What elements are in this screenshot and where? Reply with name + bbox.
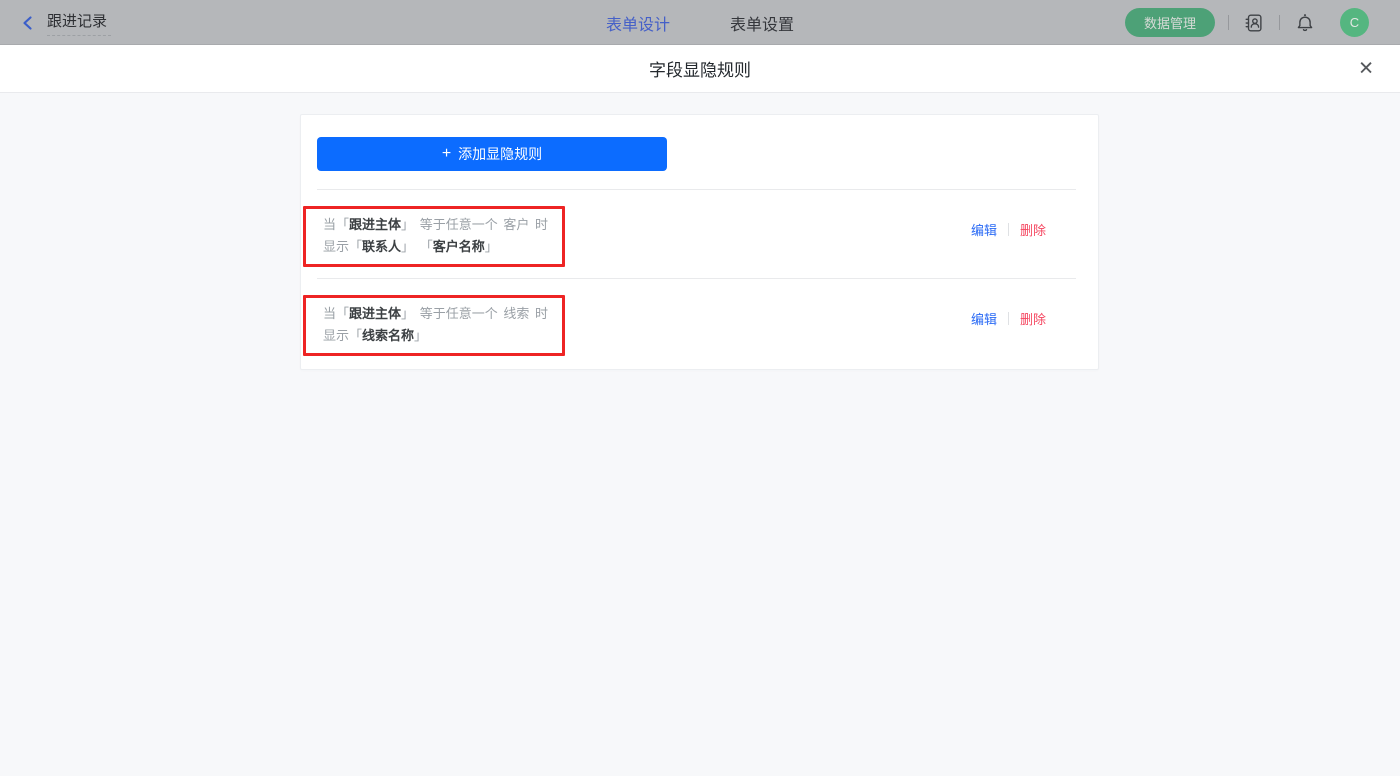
modal-header: 字段显隐规则 ✕ [0, 45, 1400, 93]
delete-rule-link[interactable]: 删除 [1020, 220, 1046, 239]
rule-when-label: 当 [323, 217, 337, 232]
bracket: 「 [419, 239, 433, 254]
close-icon[interactable]: ✕ [1356, 57, 1376, 80]
rule-show-field: 线索名称 [362, 328, 415, 343]
bracket: 」 [414, 328, 428, 343]
bracket: 「 [336, 306, 350, 321]
contacts-book-icon[interactable] [1242, 11, 1266, 35]
topbar-right: 数据管理 C [1124, 8, 1400, 37]
bracket: 」 [484, 239, 498, 254]
rule-show-field: 联系人 [362, 239, 402, 254]
rule-suffix: 时 [534, 217, 548, 232]
data-manage-button[interactable]: 数据管理 [1124, 8, 1215, 37]
tab-form-design[interactable]: 表单设计 [606, 11, 670, 35]
rule-value: 客户 [503, 217, 530, 232]
rule-1-condition-line: 当「跟进主体」 等于任意一个 客户 时 [323, 214, 548, 236]
rule-show-label: 显示 [323, 239, 350, 254]
rule-actions: 编辑 删除 [971, 220, 1046, 239]
topbar: 跟进记录 表单设计 表单设置 数据管理 C [0, 0, 1400, 45]
rule-operator: 等于任意一个 [419, 306, 498, 321]
user-avatar[interactable]: C [1340, 8, 1369, 37]
bracket: 「 [349, 239, 363, 254]
rule-value: 线索 [503, 306, 530, 321]
edit-rule-link[interactable]: 编辑 [971, 309, 997, 328]
rule-actions: 编辑 删除 [971, 309, 1046, 328]
plus-icon: + [441, 144, 452, 162]
bracket: 」 [401, 239, 415, 254]
topbar-tabs: 表单设计 表单设置 [606, 0, 794, 45]
rule-1-action-line: 显示「联系人」 「客户名称」 [323, 236, 548, 258]
rule-2-annotation: 当「跟进主体」 等于任意一个 线索 时 显示「线索名称」 [303, 295, 565, 356]
form-title[interactable]: 跟进记录 [47, 10, 112, 36]
rule-2-condition-line: 当「跟进主体」 等于任意一个 线索 时 [323, 303, 548, 325]
rule-2-action-line: 显示「线索名称」 [323, 325, 548, 347]
rule-row: 当「跟进主体」 等于任意一个 线索 时 显示「线索名称」 编辑 删除 [303, 279, 1076, 367]
back-icon[interactable] [20, 15, 36, 31]
rule-condition-field: 跟进主体 [349, 306, 402, 321]
rule-1-annotation: 当「跟进主体」 等于任意一个 客户 时 显示「联系人」 「客户名称」 [303, 206, 565, 267]
rule-show-field: 客户名称 [432, 239, 485, 254]
edit-rule-link[interactable]: 编辑 [971, 220, 997, 239]
tab-form-settings[interactable]: 表单设置 [730, 11, 794, 35]
bracket: 「 [336, 217, 350, 232]
actions-separator [1007, 312, 1009, 325]
add-rule-button-label: 添加显隐规则 [458, 146, 543, 162]
bracket: 」 [401, 306, 415, 321]
topbar-separator [1279, 15, 1280, 30]
modal-title: 字段显隐规则 [649, 61, 751, 80]
rule-operator: 等于任意一个 [419, 217, 498, 232]
delete-rule-link[interactable]: 删除 [1020, 309, 1046, 328]
topbar-separator [1228, 15, 1229, 30]
topbar-left: 跟进记录 [20, 10, 112, 36]
notification-bell-icon[interactable] [1293, 11, 1317, 35]
bracket: 」 [401, 217, 415, 232]
rule-show-label: 显示 [323, 328, 350, 343]
rule-suffix: 时 [534, 306, 548, 321]
modal-body: + 添加显隐规则 当「跟进主体」 等于任意一个 客户 时 显示「联系人」 「客户… [0, 114, 1400, 776]
rules-card: + 添加显隐规则 当「跟进主体」 等于任意一个 客户 时 显示「联系人」 「客户… [300, 114, 1099, 370]
bracket: 「 [349, 328, 363, 343]
rule-condition-field: 跟进主体 [349, 217, 402, 232]
rule-when-label: 当 [323, 306, 337, 321]
add-rule-button[interactable]: + 添加显隐规则 [317, 137, 667, 171]
rule-row: 当「跟进主体」 等于任意一个 客户 时 显示「联系人」 「客户名称」 编辑 删除 [303, 190, 1076, 278]
actions-separator [1007, 223, 1009, 236]
